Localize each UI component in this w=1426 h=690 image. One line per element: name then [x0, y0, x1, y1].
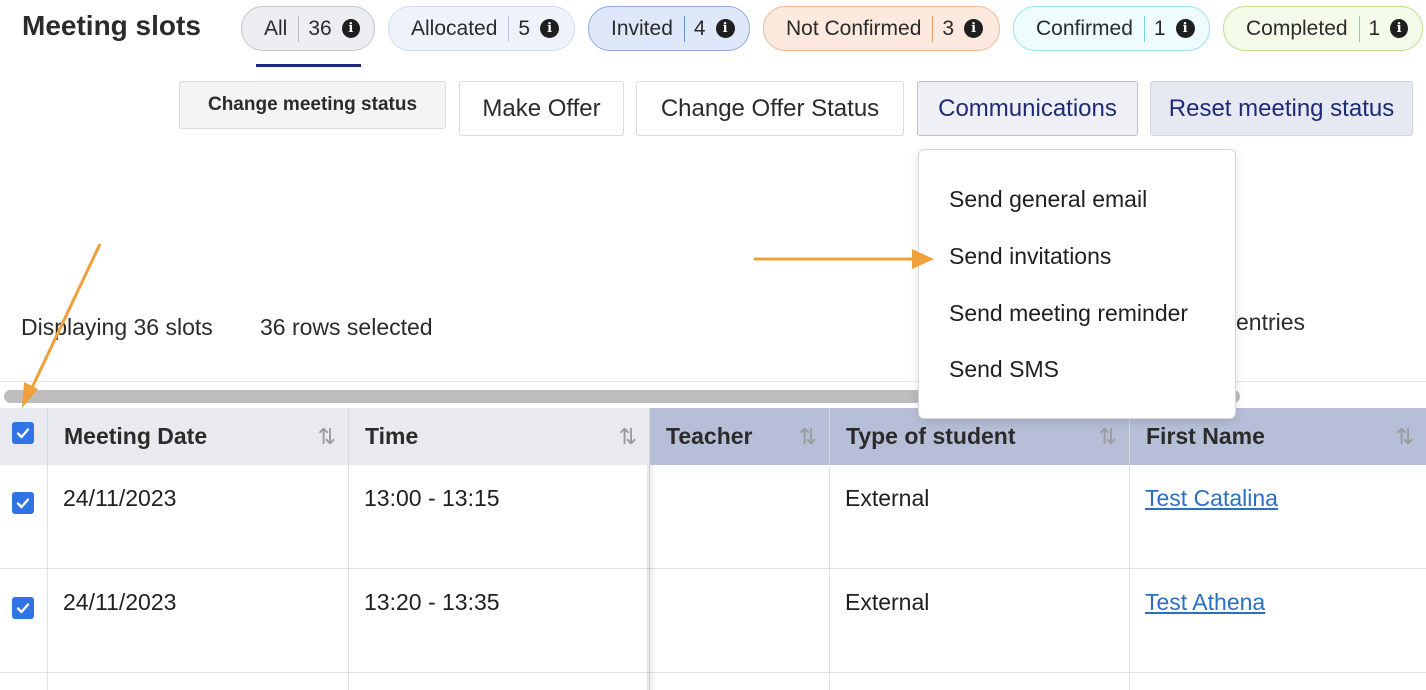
arrow-to-send-invitations	[754, 249, 934, 269]
annotation-arrows	[22, 243, 934, 408]
arrow-to-select-all	[22, 243, 102, 408]
